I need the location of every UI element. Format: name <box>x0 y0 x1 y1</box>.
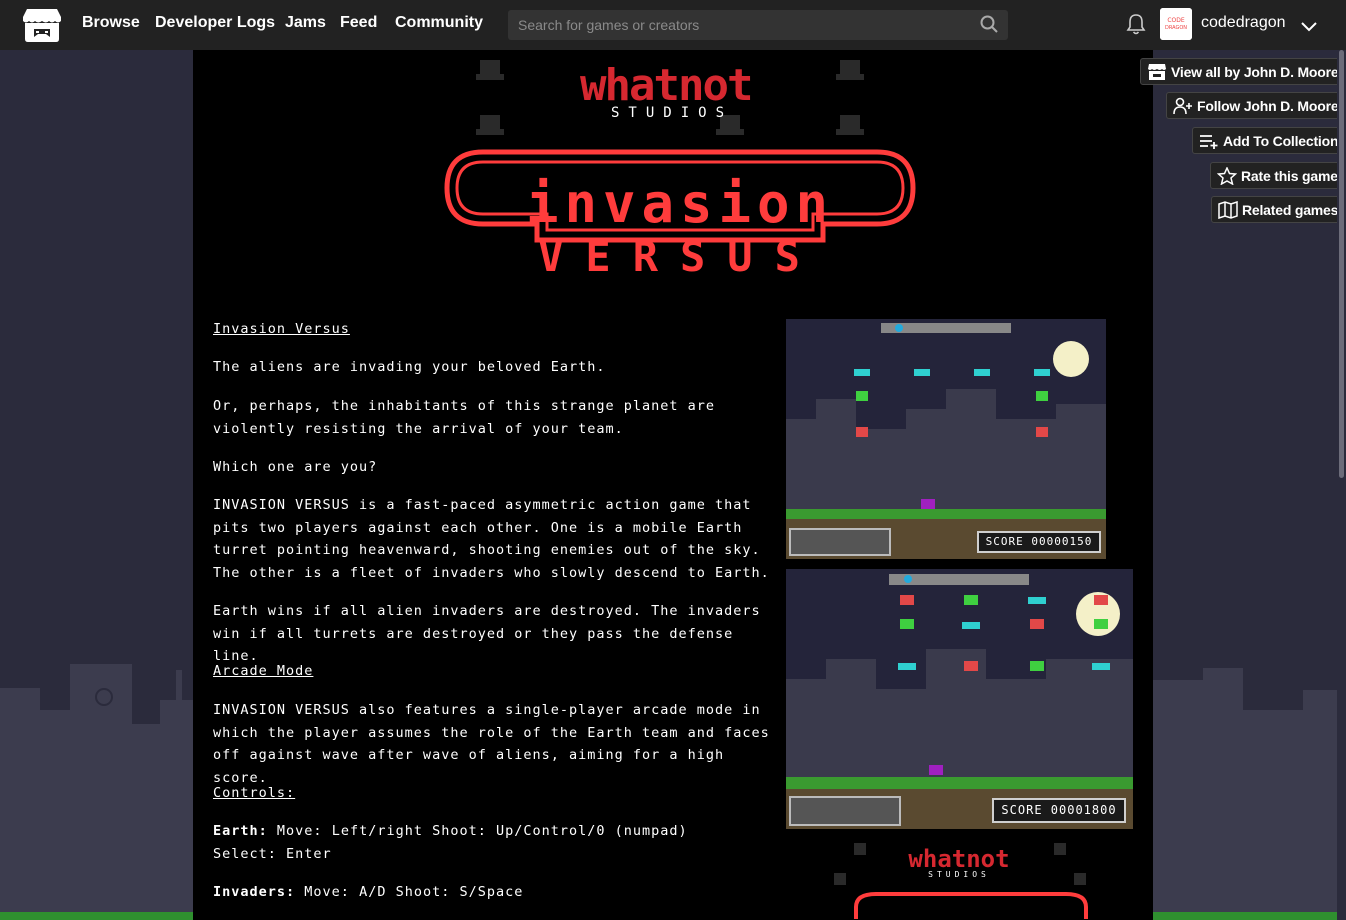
screenshot-2-scene <box>786 569 1133 829</box>
chevron-down-icon[interactable] <box>1301 17 1317 36</box>
screenshot-1-scene <box>786 319 1106 559</box>
controls-earth-text: Move: Left/right Shoot: Up/Control/0 (nu… <box>276 823 688 839</box>
game-title-line2: VERSUS <box>538 232 822 281</box>
follow-user-icon <box>1173 97 1192 114</box>
add-to-list-icon <box>1200 134 1218 149</box>
related-games-button[interactable]: Related games <box>1211 196 1346 223</box>
nav-community-link[interactable]: Community <box>395 14 483 32</box>
description-heading-controls: Controls: <box>213 785 296 801</box>
controls-earth-line: Earth: Move: Left/right Shoot: Up/Contro… <box>213 820 773 843</box>
svg-text:DRAGON: DRAGON <box>1165 25 1187 31</box>
description-paragraph-6: INVASION VERSUS also features a single-p… <box>213 702 770 786</box>
add-to-collection-button[interactable]: Add To Collection <box>1192 127 1346 154</box>
screenshot-2-score: SCORE 00001800 <box>992 798 1126 823</box>
rate-game-label: Rate this game <box>1241 167 1338 184</box>
svg-text:whatnot: whatnot <box>908 845 1009 873</box>
map-icon <box>1218 200 1238 219</box>
nav-browse-link[interactable]: Browse <box>82 14 140 32</box>
game-screenshot-1[interactable]: SCORE 00000150 <box>786 319 1106 559</box>
description-heading-invasion-versus: Invasion Versus <box>213 321 350 337</box>
description-paragraph-5: Earth wins if all alien invaders are des… <box>213 603 761 664</box>
controls-invaders-label: Invaders: <box>213 884 296 900</box>
search-icon[interactable] <box>980 15 998 37</box>
controls-earth-select: Select: Enter <box>213 846 332 862</box>
game-title-line1: invasion <box>525 172 835 235</box>
svg-text:CODE: CODE <box>1167 17 1185 24</box>
description-paragraph-4: INVASION VERSUS is a fast-paced asymmetr… <box>213 497 770 581</box>
screenshot-3-title-art: whatnot STUDIOS <box>834 843 1088 919</box>
storefront-icon <box>1148 63 1166 80</box>
star-icon <box>1217 166 1237 185</box>
itchio-logo-icon[interactable] <box>22 7 62 43</box>
username-label[interactable]: codedragon <box>1201 14 1286 32</box>
view-all-by-author-label: View all by John D. Moore <box>1171 63 1339 80</box>
follow-author-label: Follow John D. Moore <box>1197 97 1339 114</box>
page-scrollbar-thumb[interactable] <box>1339 50 1344 478</box>
game-screenshot-2[interactable]: SCORE 00001800 <box>786 569 1133 829</box>
related-games-label: Related games <box>1242 201 1339 218</box>
follow-author-button[interactable]: Follow John D. Moore <box>1166 92 1346 119</box>
search-bar <box>508 10 1008 40</box>
controls-invaders-line: Invaders: Move: A/D Shoot: S/Space <box>213 881 773 904</box>
search-input[interactable] <box>508 10 958 40</box>
description-heading-arcade-mode: Arcade Mode <box>213 663 314 679</box>
top-navigation-bar: Browse Developer Logs Jams Feed Communit… <box>0 0 1346 50</box>
user-avatar[interactable]: CODE DRAGON <box>1160 8 1192 40</box>
studio-logo-subtitle: STUDIOS <box>611 105 734 121</box>
description-paragraph-3: Which one are you? <box>213 459 378 475</box>
view-all-by-author-button[interactable]: View all by John D. Moore <box>1140 58 1346 85</box>
screenshot-1-score: SCORE 00000150 <box>977 531 1101 553</box>
description-paragraph-1: The aliens are invading your beloved Ear… <box>213 359 606 375</box>
nav-feed-link[interactable]: Feed <box>340 14 377 32</box>
add-to-collection-label: Add To Collection <box>1223 132 1339 149</box>
controls-invaders-text: Move: A/D Shoot: S/Space <box>304 884 524 900</box>
studio-logo-text: whatnot <box>580 60 753 111</box>
game-screenshot-3[interactable]: whatnot STUDIOS <box>786 839 1133 920</box>
nav-jams-link[interactable]: Jams <box>285 14 326 32</box>
svg-text:STUDIOS: STUDIOS <box>928 870 990 879</box>
notification-bell-icon[interactable] <box>1126 13 1146 39</box>
description-paragraph-2: Or, perhaps, the inhabitants of this str… <box>213 398 716 437</box>
rate-game-button[interactable]: Rate this game <box>1210 162 1345 189</box>
controls-earth-label: Earth: <box>213 823 268 839</box>
nav-developer-logs-link[interactable]: Developer Logs <box>155 14 275 32</box>
